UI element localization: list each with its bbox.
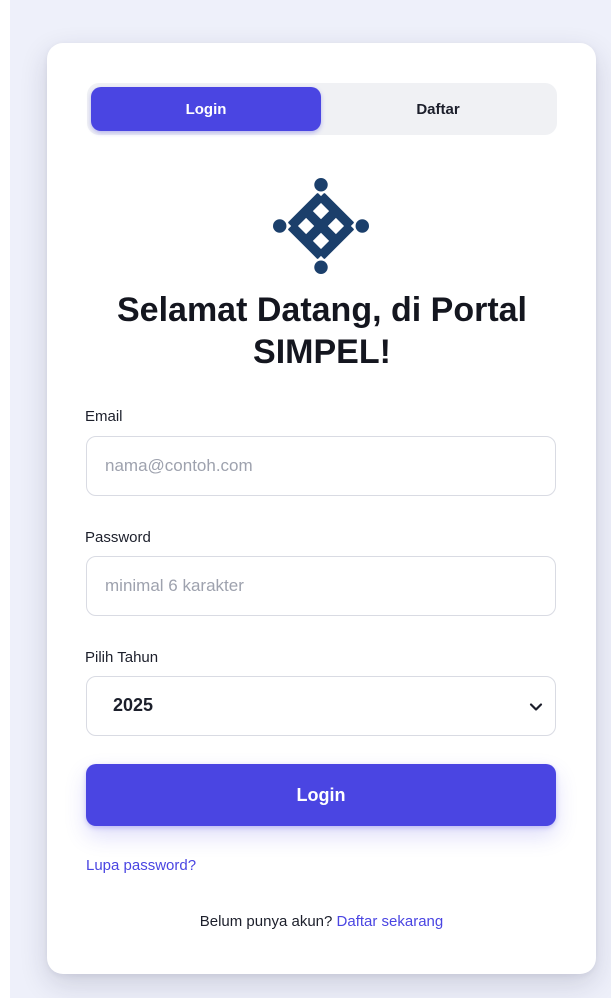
year-select-value: 2025 bbox=[113, 695, 154, 715]
auth-tabs: Login Daftar bbox=[87, 83, 557, 135]
page-side-strip bbox=[0, 0, 10, 998]
password-label: Password bbox=[85, 529, 151, 546]
register-link[interactable]: Daftar sekarang bbox=[337, 913, 444, 930]
tab-login[interactable]: Login bbox=[91, 87, 321, 131]
year-select[interactable]: 2025 bbox=[86, 676, 556, 736]
email-label: Email bbox=[85, 408, 123, 425]
kemnaker-emblem-icon bbox=[273, 178, 369, 274]
email-field[interactable] bbox=[86, 436, 556, 496]
page-title: Selamat Datang, di Portal SIMPEL! bbox=[67, 289, 577, 373]
register-prompt-text: Belum punya akun? bbox=[199, 913, 333, 930]
chevron-down-icon bbox=[529, 703, 543, 711]
year-label: Pilih Tahun bbox=[85, 649, 159, 666]
forgot-password-link[interactable]: Lupa password? bbox=[86, 857, 196, 874]
password-field[interactable] bbox=[86, 556, 556, 616]
title-line-2: SIMPEL! bbox=[253, 333, 391, 371]
title-line-1: Selamat Datang, di Portal bbox=[117, 291, 527, 329]
login-button[interactable]: Login bbox=[86, 764, 556, 826]
tab-register[interactable]: Daftar bbox=[323, 87, 553, 131]
login-card: Login Daftar Selamat Datang, di Portal S… bbox=[47, 43, 596, 974]
register-prompt-row: Belum punya akun? Daftar sekarang bbox=[47, 913, 596, 930]
